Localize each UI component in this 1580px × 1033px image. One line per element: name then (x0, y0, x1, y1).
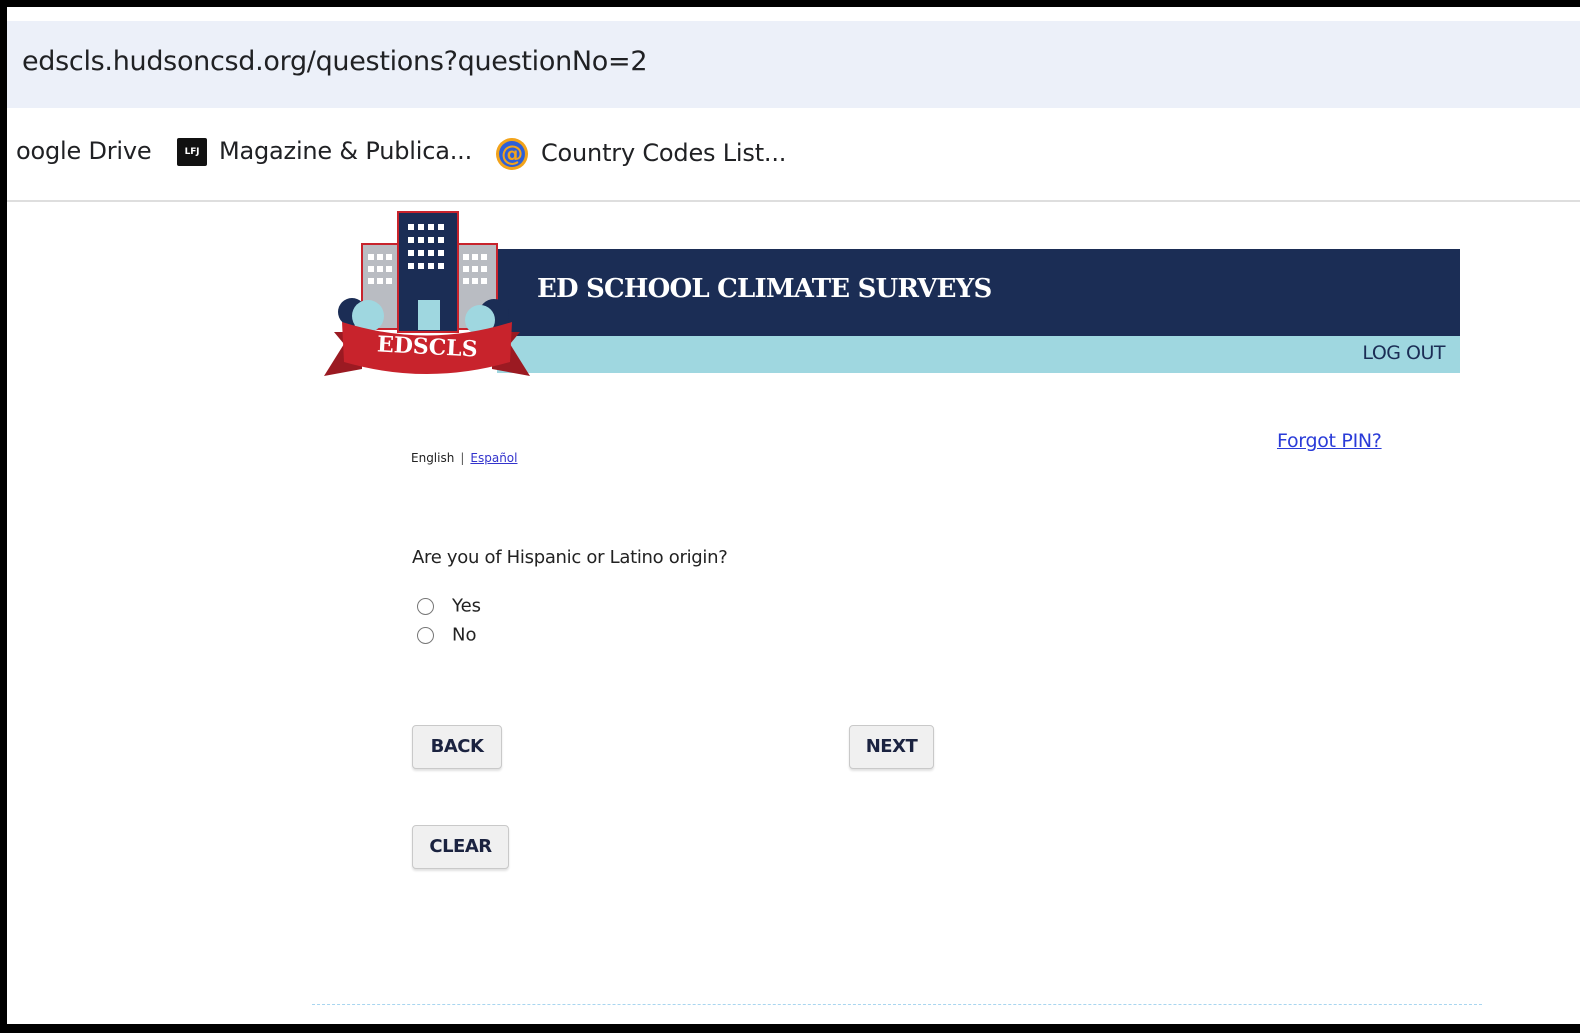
at-sign-icon: @ (496, 138, 528, 170)
option-label: No (452, 624, 477, 646)
bookmark-label: oogle Drive (16, 137, 152, 165)
language-separator: | (460, 451, 465, 465)
back-button[interactable]: BACK (412, 725, 502, 769)
forgot-pin-link[interactable]: Forgot PIN? (1277, 430, 1382, 452)
site-header: ED SCHOOL CLIMATE SURVEYS LOG OUT EDSCLS (322, 200, 1462, 380)
lfj-icon: LFJ (177, 138, 207, 166)
language-switcher: English | Español (411, 451, 517, 465)
radio-button[interactable] (417, 597, 434, 615)
language-current: English (411, 451, 455, 465)
bookmark-label: Country Codes List... (541, 139, 787, 167)
footer-divider (312, 1004, 1482, 1005)
option-no[interactable]: No (417, 624, 476, 646)
header-banner: ED SCHOOL CLIMATE SURVEYS (497, 249, 1460, 336)
svg-text:@: @ (501, 142, 523, 167)
screenshot-frame: edscls.hudsoncsd.org/questions?questionN… (0, 0, 1580, 1033)
address-bar[interactable]: edscls.hudsoncsd.org/questions?questionN… (7, 21, 1580, 108)
header-subbar: LOG OUT (497, 336, 1460, 373)
bookmark-magazine[interactable]: LFJ Magazine & Publica... (177, 137, 472, 166)
bookmark-country-codes[interactable]: @ Country Codes List... (495, 137, 786, 171)
logout-link[interactable]: LOG OUT (1362, 342, 1445, 364)
option-yes[interactable]: Yes (417, 595, 481, 617)
bookmarks-bar: oogle Drive LFJ Magazine & Publica... @ C… (7, 108, 1580, 202)
language-espanol-link[interactable]: Español (470, 451, 517, 465)
next-button[interactable]: NEXT (849, 725, 934, 769)
bookmark-label: Magazine & Publica... (219, 137, 472, 165)
url-text[interactable]: edscls.hudsoncsd.org/questions?questionN… (22, 46, 648, 77)
edscls-logo[interactable]: EDSCLS (322, 204, 532, 379)
clear-button[interactable]: CLEAR (412, 825, 509, 869)
option-label: Yes (452, 595, 482, 617)
logo-text: EDSCLS (376, 331, 478, 362)
site-title: ED SCHOOL CLIMATE SURVEYS (537, 274, 992, 304)
question-text: Are you of Hispanic or Latino origin? (412, 547, 728, 568)
bookmark-google-drive[interactable]: oogle Drive (16, 137, 152, 165)
radio-button[interactable] (417, 626, 434, 644)
